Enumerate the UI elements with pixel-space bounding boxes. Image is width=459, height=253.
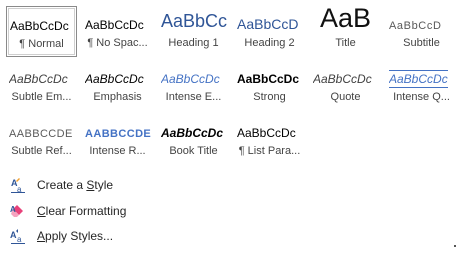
- label-part: tyle: [94, 178, 114, 192]
- style-preview: AaBbCcDc: [10, 19, 69, 33]
- clear-formatting-label: Clear Formatting: [37, 204, 126, 218]
- svg-text:A: A: [10, 230, 17, 240]
- style-tile-subtitle[interactable]: AaBbCcD Subtitle: [386, 6, 457, 57]
- style-preview: AaBbCcDc: [237, 72, 300, 86]
- style-label: Quote: [330, 91, 361, 103]
- apply-styles-button[interactable]: A a Apply Styles...: [10, 225, 113, 247]
- style-preview: AaBbCcDc: [313, 72, 372, 86]
- label-part: Create a: [37, 178, 87, 192]
- style-tile-emphasis[interactable]: AaBbCcDc Emphasis: [82, 60, 153, 111]
- style-tile-subtle-emphasis[interactable]: AaBbCcDc Subtle Em...: [6, 60, 77, 111]
- clear-formatting-button[interactable]: A Clear Formatting: [10, 200, 126, 222]
- style-tile-no-spacing[interactable]: AaBbCcDc ¶ No Spac...: [82, 6, 153, 57]
- svg-text:a: a: [17, 235, 22, 244]
- style-preview-wrap: AaBbCcDc: [389, 60, 457, 90]
- style-preview: AaBbCcDc: [85, 18, 144, 32]
- style-preview: AABBCCDE: [9, 128, 73, 140]
- style-label: ¶ List Para...: [238, 145, 301, 157]
- svg-text:A: A: [10, 205, 16, 214]
- style-tile-heading-1[interactable]: AaBbCc Heading 1: [158, 6, 229, 57]
- style-label: Emphasis: [93, 91, 142, 103]
- style-tile-normal[interactable]: AaBbCcDc ¶ Normal: [6, 6, 77, 57]
- style-label: ¶ Normal: [19, 38, 64, 50]
- style-label: Strong: [253, 91, 286, 103]
- create-style-button[interactable]: A a Create a Style: [10, 174, 113, 196]
- style-preview: AaB: [319, 6, 372, 33]
- apply-styles-label: Apply Styles...: [37, 229, 113, 243]
- style-tile-subtle-reference[interactable]: AABBCCDE Subtle Ref...: [6, 114, 77, 165]
- style-preview: AaBbCc: [161, 11, 228, 31]
- style-tile-book-title[interactable]: AaBbCcDc Book Title: [158, 114, 229, 165]
- style-label: Heading 1: [168, 37, 219, 49]
- style-preview: AaBbCcDc: [161, 72, 220, 86]
- style-label: Intense E...: [165, 91, 222, 103]
- style-label: ¶ No Spac...: [87, 37, 148, 49]
- style-gallery: AaBbCcDc ¶ Normal AaBbCcDc ¶ No Spac... …: [0, 0, 459, 170]
- style-tile-intense-reference[interactable]: AABBCCDE Intense R...: [82, 114, 153, 165]
- style-label: Intense R...: [89, 145, 146, 157]
- style-preview: AABBCCDE: [85, 128, 152, 140]
- style-label: Title: [335, 37, 356, 49]
- style-label: Subtitle: [403, 37, 440, 49]
- style-tile-title[interactable]: AaB Title: [310, 6, 381, 57]
- style-preview: AaBbCcDc: [85, 72, 144, 86]
- access-key: A: [37, 229, 46, 243]
- style-preview: AaBbCcDc: [9, 72, 68, 86]
- style-label: Heading 2: [244, 37, 295, 49]
- style-tile-intense-quote[interactable]: AaBbCcDc Intense Q...: [386, 60, 457, 111]
- create-style-icon: A a: [10, 177, 26, 193]
- style-preview: AaBbCcD: [237, 16, 299, 32]
- style-preview: AaBbCcDc: [389, 70, 448, 88]
- label-part: pply Styles...: [45, 229, 114, 243]
- apply-styles-icon: A a: [10, 228, 26, 244]
- label-part: lear Formatting: [45, 204, 127, 218]
- style-label: Subtle Em...: [11, 91, 72, 103]
- style-tile-quote[interactable]: AaBbCcDc Quote: [310, 60, 381, 111]
- style-tile-intense-emphasis[interactable]: AaBbCcDc Intense E...: [158, 60, 229, 111]
- resize-grip[interactable]: [454, 245, 456, 247]
- create-style-label: Create a Style: [37, 178, 113, 192]
- style-tile-heading-2[interactable]: AaBbCcD Heading 2: [234, 6, 305, 57]
- clear-formatting-eraser-icon: A: [10, 203, 26, 219]
- style-preview: AaBbCcD: [389, 20, 442, 32]
- style-tile-list-paragraph[interactable]: AaBbCcDc ¶ List Para...: [234, 114, 305, 165]
- style-label: Book Title: [169, 145, 218, 157]
- access-key: C: [37, 204, 46, 218]
- style-preview: AaBbCcDc: [237, 126, 296, 140]
- style-label: Intense Q...: [393, 91, 450, 103]
- svg-text:a: a: [17, 185, 22, 193]
- style-preview: AaBbCcDc: [161, 126, 224, 140]
- style-label: Subtle Ref...: [11, 145, 72, 157]
- style-tile-strong[interactable]: AaBbCcDc Strong: [234, 60, 305, 111]
